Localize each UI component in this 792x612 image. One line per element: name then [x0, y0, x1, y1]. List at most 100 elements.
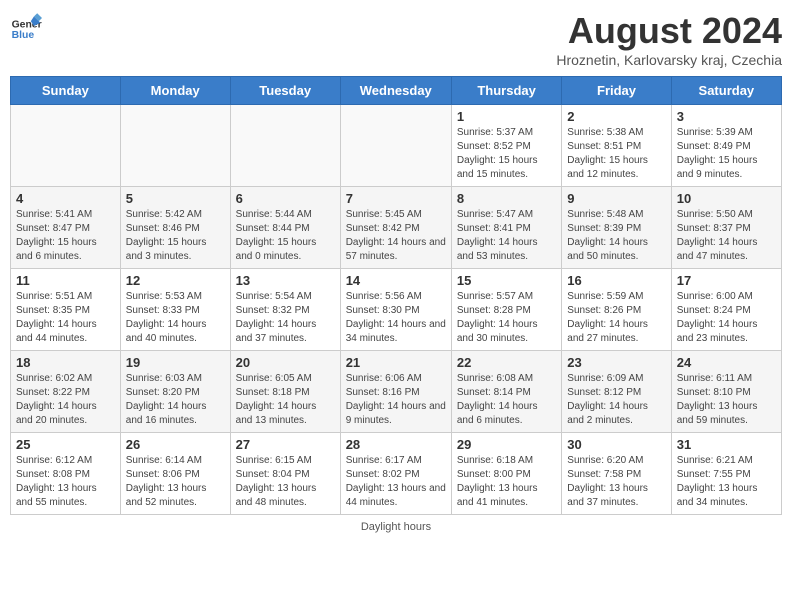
table-row: 13 Sunrise: 5:54 AM Sunset: 8:32 PM Dayli…	[230, 269, 340, 351]
day-info: Sunrise: 6:06 AM Sunset: 8:16 PM Dayligh…	[346, 372, 446, 428]
day-info: Sunrise: 6:17 AM Sunset: 8:02 PM Dayligh…	[346, 454, 446, 510]
day-info: Sunrise: 6:05 AM Sunset: 8:18 PM Dayligh…	[236, 372, 335, 428]
table-row: 29 Sunrise: 6:18 AM Sunset: 8:00 PM Dayli…	[451, 433, 561, 515]
day-info: Sunrise: 5:47 AM Sunset: 8:41 PM Dayligh…	[457, 208, 556, 264]
day-number: 3	[677, 109, 776, 124]
day-info: Sunrise: 6:15 AM Sunset: 8:04 PM Dayligh…	[236, 454, 335, 510]
table-row: 18Sunrise: 6:02 AM Sunset: 8:22 PM Dayli…	[11, 351, 121, 433]
day-info: Sunrise: 6:08 AM Sunset: 8:14 PM Dayligh…	[457, 372, 556, 428]
table-row: 14Sunrise: 5:56 AM Sunset: 8:30 PM Dayli…	[340, 269, 451, 351]
day-info: Sunrise: 5:42 AM Sunset: 8:46 PM Dayligh…	[126, 208, 225, 264]
day-number: 16	[567, 273, 665, 288]
day-info: Sunrise: 6:11 AM Sunset: 8:10 PM Dayligh…	[677, 372, 776, 428]
table-row: 26Sunrise: 6:14 AM Sunset: 8:06 PM Dayli…	[120, 433, 230, 515]
calendar-week-row: 1 Sunrise: 5:37 AM Sunset: 8:52 PM Daylig…	[11, 105, 782, 187]
day-number: 28	[346, 437, 446, 452]
table-row	[340, 105, 451, 187]
day-info: Sunrise: 5:56 AM Sunset: 8:30 PM Dayligh…	[346, 290, 446, 346]
table-row: 8 Sunrise: 5:47 AM Sunset: 8:41 PM Daylig…	[451, 187, 561, 269]
calendar-week-row: 11 Sunrise: 5:51 AM Sunset: 8:35 PM Dayli…	[11, 269, 782, 351]
day-number: 10	[677, 191, 776, 206]
table-row: 30 Sunrise: 6:20 AM Sunset: 7:58 PM Dayli…	[562, 433, 671, 515]
day-number: 8	[457, 191, 556, 206]
table-row	[120, 105, 230, 187]
table-row: 31 Sunrise: 6:21 AM Sunset: 7:55 PM Dayli…	[671, 433, 781, 515]
day-info: Sunrise: 5:57 AM Sunset: 8:28 PM Dayligh…	[457, 290, 556, 346]
day-number: 9	[567, 191, 665, 206]
calendar-week-row: 18Sunrise: 6:02 AM Sunset: 8:22 PM Dayli…	[11, 351, 782, 433]
col-wednesday: Wednesday	[340, 77, 451, 105]
day-number: 13	[236, 273, 335, 288]
table-row: 6 Sunrise: 5:44 AM Sunset: 8:44 PM Daylig…	[230, 187, 340, 269]
day-number: 22	[457, 355, 556, 370]
calendar-week-row: 25 Sunrise: 6:12 AM Sunset: 8:08 PM Dayli…	[11, 433, 782, 515]
table-row: 10 Sunrise: 5:50 AM Sunset: 8:37 PM Dayli…	[671, 187, 781, 269]
day-info: Sunrise: 6:00 AM Sunset: 8:24 PM Dayligh…	[677, 290, 776, 346]
table-row: 15 Sunrise: 5:57 AM Sunset: 8:28 PM Dayli…	[451, 269, 561, 351]
month-year-title: August 2024	[556, 10, 782, 52]
calendar-week-row: 4Sunrise: 5:41 AM Sunset: 8:47 PM Daylig…	[11, 187, 782, 269]
col-tuesday: Tuesday	[230, 77, 340, 105]
day-number: 25	[16, 437, 115, 452]
day-info: Sunrise: 5:48 AM Sunset: 8:39 PM Dayligh…	[567, 208, 665, 264]
table-row: 11 Sunrise: 5:51 AM Sunset: 8:35 PM Dayli…	[11, 269, 121, 351]
col-saturday: Saturday	[671, 77, 781, 105]
day-info: Sunrise: 6:18 AM Sunset: 8:00 PM Dayligh…	[457, 454, 556, 510]
day-number: 1	[457, 109, 556, 124]
table-row: 24 Sunrise: 6:11 AM Sunset: 8:10 PM Dayli…	[671, 351, 781, 433]
day-number: 23	[567, 355, 665, 370]
day-number: 17	[677, 273, 776, 288]
table-row: 9 Sunrise: 5:48 AM Sunset: 8:39 PM Daylig…	[562, 187, 671, 269]
day-info: Sunrise: 6:02 AM Sunset: 8:22 PM Dayligh…	[16, 372, 115, 428]
col-sunday: Sunday	[11, 77, 121, 105]
logo: General Blue	[10, 10, 42, 42]
day-number: 4	[16, 191, 115, 206]
day-info: Sunrise: 5:38 AM Sunset: 8:51 PM Dayligh…	[567, 126, 665, 182]
table-row: 16Sunrise: 5:59 AM Sunset: 8:26 PM Dayli…	[562, 269, 671, 351]
day-info: Sunrise: 6:20 AM Sunset: 7:58 PM Dayligh…	[567, 454, 665, 510]
day-number: 6	[236, 191, 335, 206]
day-number: 2	[567, 109, 665, 124]
day-info: Sunrise: 5:50 AM Sunset: 8:37 PM Dayligh…	[677, 208, 776, 264]
day-number: 24	[677, 355, 776, 370]
table-row	[11, 105, 121, 187]
day-number: 29	[457, 437, 556, 452]
table-row: 27 Sunrise: 6:15 AM Sunset: 8:04 PM Dayli…	[230, 433, 340, 515]
table-row: 17 Sunrise: 6:00 AM Sunset: 8:24 PM Dayli…	[671, 269, 781, 351]
day-info: Sunrise: 5:51 AM Sunset: 8:35 PM Dayligh…	[16, 290, 115, 346]
day-info: Sunrise: 6:21 AM Sunset: 7:55 PM Dayligh…	[677, 454, 776, 510]
day-number: 15	[457, 273, 556, 288]
day-info: Sunrise: 6:09 AM Sunset: 8:12 PM Dayligh…	[567, 372, 665, 428]
day-info: Sunrise: 5:54 AM Sunset: 8:32 PM Dayligh…	[236, 290, 335, 346]
footer-note: Daylight hours	[10, 521, 782, 533]
table-row: 23 Sunrise: 6:09 AM Sunset: 8:12 PM Dayli…	[562, 351, 671, 433]
table-row: 28 Sunrise: 6:17 AM Sunset: 8:02 PM Dayli…	[340, 433, 451, 515]
day-info: Sunrise: 5:37 AM Sunset: 8:52 PM Dayligh…	[457, 126, 556, 182]
day-number: 30	[567, 437, 665, 452]
location-label: Hroznetin, Karlovarsky kraj, Czechia	[556, 52, 782, 68]
day-info: Sunrise: 6:12 AM Sunset: 8:08 PM Dayligh…	[16, 454, 115, 510]
day-info: Sunrise: 5:39 AM Sunset: 8:49 PM Dayligh…	[677, 126, 776, 182]
table-row: 20 Sunrise: 6:05 AM Sunset: 8:18 PM Dayli…	[230, 351, 340, 433]
day-number: 7	[346, 191, 446, 206]
header: General Blue August 2024 Hroznetin, Karl…	[10, 10, 782, 68]
col-thursday: Thursday	[451, 77, 561, 105]
day-number: 31	[677, 437, 776, 452]
day-number: 26	[126, 437, 225, 452]
table-row: 4Sunrise: 5:41 AM Sunset: 8:47 PM Daylig…	[11, 187, 121, 269]
day-number: 12	[126, 273, 225, 288]
day-number: 20	[236, 355, 335, 370]
day-number: 11	[16, 273, 115, 288]
day-number: 27	[236, 437, 335, 452]
table-row: 12Sunrise: 5:53 AM Sunset: 8:33 PM Dayli…	[120, 269, 230, 351]
table-row: 1 Sunrise: 5:37 AM Sunset: 8:52 PM Daylig…	[451, 105, 561, 187]
col-monday: Monday	[120, 77, 230, 105]
calendar-header-row: Sunday Monday Tuesday Wednesday Thursday…	[11, 77, 782, 105]
day-number: 5	[126, 191, 225, 206]
day-info: Sunrise: 5:44 AM Sunset: 8:44 PM Dayligh…	[236, 208, 335, 264]
table-row: 19Sunrise: 6:03 AM Sunset: 8:20 PM Dayli…	[120, 351, 230, 433]
table-row: 2 Sunrise: 5:38 AM Sunset: 8:51 PM Daylig…	[562, 105, 671, 187]
table-row: 21Sunrise: 6:06 AM Sunset: 8:16 PM Dayli…	[340, 351, 451, 433]
table-row: 5 Sunrise: 5:42 AM Sunset: 8:46 PM Daylig…	[120, 187, 230, 269]
day-number: 19	[126, 355, 225, 370]
